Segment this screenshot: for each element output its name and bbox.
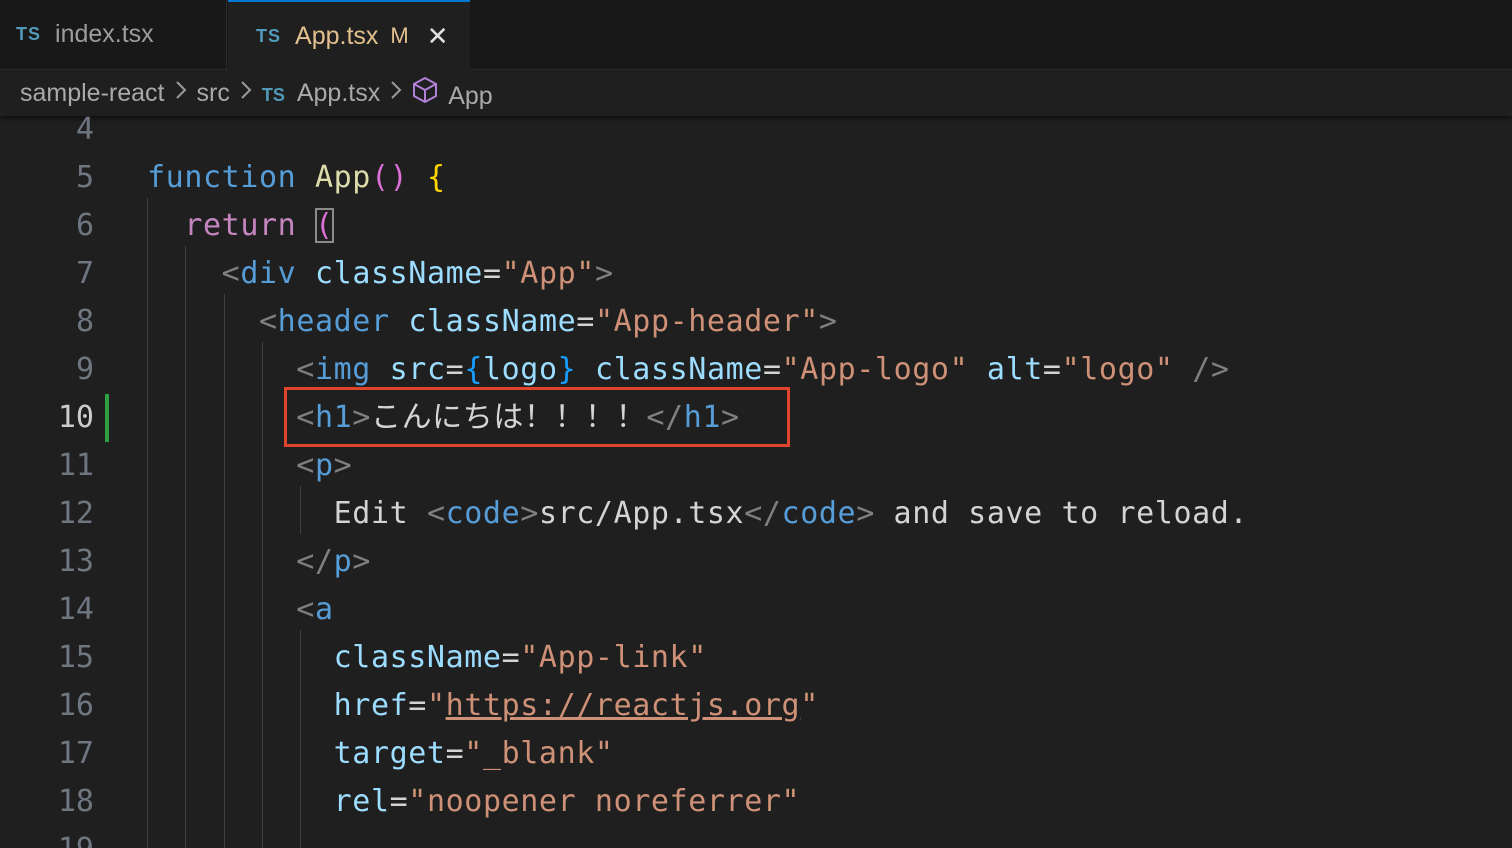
line-number: 8	[75, 304, 94, 339]
line-number: 16	[57, 688, 94, 723]
code-line: 14 <a	[0, 586, 1512, 634]
tab-app-tsx[interactable]: TS App.tsx M ✕	[228, 0, 470, 70]
line-number: 18	[57, 784, 94, 819]
breadcrumb-item-src[interactable]: src	[197, 79, 230, 108]
url-link: https://reactjs.org	[445, 688, 801, 723]
breadcrumb-item-sample-react[interactable]: sample-react	[20, 79, 165, 108]
line-number: 15	[57, 640, 94, 675]
typescript-file-icon: TS	[256, 25, 282, 46]
line-number: 11	[57, 448, 94, 483]
code-line: 7 <div className="App">	[0, 250, 1512, 298]
code-line: 5 function App() {	[0, 154, 1512, 202]
code-text: return (	[184, 208, 334, 243]
line-number: 4	[75, 116, 94, 147]
line-number: 13	[57, 544, 94, 579]
tab-label: index.tsx	[55, 20, 154, 48]
code-text: </p>	[296, 544, 371, 579]
bracket-match: (	[314, 208, 334, 243]
typescript-file-icon: TS	[261, 84, 285, 105]
code-text: <header className="App-header">	[258, 304, 838, 339]
code-text: function App() {	[147, 160, 446, 195]
code-line: 19	[0, 826, 1512, 848]
code-text: <a	[296, 592, 334, 627]
code-line: 9 <img src={logo} className="App-logo" a…	[0, 346, 1512, 394]
tab-index-tsx[interactable]: TS index.tsx	[0, 0, 227, 69]
breadcrumb-label: App	[448, 81, 493, 110]
code-text: rel="noopener noreferrer"	[333, 784, 801, 819]
code-text: Edit <code>src/App.tsx</code> and save t…	[333, 496, 1249, 531]
breadcrumb-item-app-symbol[interactable]: App	[412, 76, 493, 111]
modified-indicator: M	[390, 23, 409, 48]
breadcrumb: sample-react src TS App.tsx App	[0, 70, 1512, 116]
code-text: <div className="App">	[221, 256, 614, 291]
code-editor[interactable]: 4 5 function App() { 6 return ( 7 <div c…	[0, 116, 1512, 848]
typescript-file-icon: TS	[16, 24, 42, 44]
chevron-right-icon	[175, 80, 187, 106]
line-number: 12	[57, 496, 94, 531]
breadcrumb-label: App.tsx	[296, 78, 381, 107]
breadcrumb-item-app-tsx[interactable]: TS App.tsx	[262, 79, 380, 108]
line-number: 14	[57, 592, 94, 627]
tab-label: App.tsx	[295, 21, 379, 50]
line-number: 5	[75, 160, 94, 195]
line-number: 9	[75, 352, 94, 387]
code-line: 17 target="_blank"	[0, 730, 1512, 778]
editor-tab-bar: TS index.tsx TS App.tsx M ✕	[0, 0, 1512, 70]
code-text: target="_blank"	[333, 736, 614, 771]
line-number: 6	[75, 208, 94, 243]
code-line: 13 </p>	[0, 538, 1512, 586]
line-number: 17	[57, 736, 94, 771]
code-text: className="App-link"	[333, 640, 707, 675]
code-text: href="https://reactjs.org"	[333, 688, 819, 723]
code-line: 16 href="https://reactjs.org"	[0, 682, 1512, 730]
symbol-module-icon	[412, 76, 438, 104]
code-text: <p>	[296, 448, 353, 483]
code-text: <h1>こんにちは！！！！</h1>	[296, 400, 740, 435]
chevron-right-icon	[240, 80, 252, 106]
close-icon[interactable]: ✕	[427, 21, 449, 52]
code-line: 6 return (	[0, 202, 1512, 250]
code-line: 12 Edit <code>src/App.tsx</code> and sav…	[0, 490, 1512, 538]
code-line: 18 rel="noopener noreferrer"	[0, 778, 1512, 826]
code-line: 10 <h1>こんにちは！！！！</h1>	[0, 394, 1512, 442]
line-number: 19	[0, 826, 94, 848]
code-line: 4	[0, 116, 1512, 154]
code-line: 15 className="App-link"	[0, 634, 1512, 682]
line-number: 10	[57, 400, 94, 435]
code-line: 11 <p>	[0, 442, 1512, 490]
chevron-right-icon	[390, 80, 402, 106]
code-line: 8 <header className="App-header">	[0, 298, 1512, 346]
code-text: <img src={logo} className="App-logo" alt…	[296, 352, 1230, 387]
line-number: 7	[75, 256, 94, 291]
